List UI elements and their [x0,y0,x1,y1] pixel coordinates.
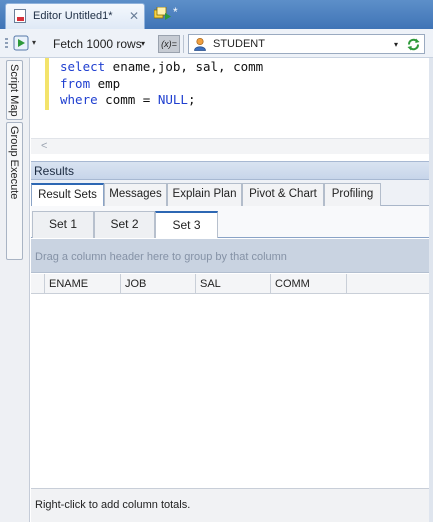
chevron-down-icon: ▾ [141,39,146,48]
editor-tab-label: Editor Untitled1* [33,10,113,22]
tab-set-2[interactable]: Set 2 [94,211,155,238]
script-map-tab[interactable]: Script Map [6,60,23,120]
execution-tab-label: * [173,5,178,19]
column-header-sal[interactable]: SAL [196,274,271,294]
refresh-icon[interactable] [406,37,421,52]
results-grid[interactable] [31,295,433,488]
footer-hint: Right-click to add column totals. [35,499,191,511]
changed-lines-marker [45,58,49,110]
tab-messages[interactable]: Messages [104,183,167,206]
results-title: Results [34,164,75,178]
toolbar-grip[interactable] [5,38,8,50]
scroll-left-icon[interactable]: < [41,140,47,152]
code-line: select ename,job, sal, comm [60,59,263,76]
column-header-comm[interactable]: COMM [271,274,347,294]
sql-keyword: where [60,92,98,107]
sql-text: comm = [97,92,158,107]
group-execute-label: Group Execute [8,126,20,200]
execution-tab[interactable]: * [152,5,192,25]
execute-dropdown-icon[interactable]: ▾ [32,38,36,47]
right-edge [429,58,433,522]
tab-set-1[interactable]: Set 1 [32,211,94,238]
toolbar-separator [183,35,184,53]
script-map-label: Script Map [8,64,20,117]
tab-result-sets[interactable]: Result Sets [31,183,104,207]
connection-selector[interactable]: STUDENT ▾ [188,34,425,54]
sql-keyword: select [60,59,106,74]
row-selector-header[interactable] [31,274,45,294]
tab-set-3[interactable]: Set 3 [155,211,218,238]
sql-text: ; [187,92,196,107]
results-panel-header: Results [31,161,433,180]
connection-name: STUDENT [213,38,265,50]
group-by-hint: Drag a column header here to group by th… [35,251,287,263]
fetch-rows-dropdown[interactable]: Fetch 1000 rows ▾ [45,36,153,52]
chevron-down-icon[interactable]: ▾ [394,40,398,49]
grid-header: ENAME JOB SAL COMM [31,274,433,294]
sql-text: emp [90,75,121,91]
column-header-job[interactable]: JOB [121,274,196,294]
results-tabs: Result Sets Messages Explain Plan Pivot … [31,180,433,207]
sql-text: ename,job, sal, comm [105,59,264,74]
sql-keyword: from [60,75,91,91]
fetch-rows-label: Fetch 1000 rows [53,37,142,51]
editor-tab-strip: Editor Untitled1* ✕ * [0,0,433,29]
tab-pivot-chart[interactable]: Pivot & Chart [242,183,324,206]
execution-history-icon [154,7,171,20]
group-execute-tab[interactable]: Group Execute [6,122,23,260]
sql-null-literal: NULL [157,92,188,107]
sql-editor[interactable]: select ename,job, sal, comm from emp where… [31,58,433,138]
variables-button[interactable]: (x)= [158,35,180,53]
result-set-tabs: Set 1 Set 2 Set 3 [31,206,433,238]
editor-horizontal-scrollbar[interactable]: < [31,138,433,154]
group-by-drop-area[interactable]: Drag a column header here to group by th… [31,239,433,273]
close-icon[interactable]: ✕ [129,9,139,23]
tab-profiling[interactable]: Profiling [324,183,381,206]
tab-explain-plan[interactable]: Explain Plan [167,183,242,206]
sql-code: select ename,job, sal, comm from emp where… [60,59,263,109]
grid-footer[interactable]: Right-click to add column totals. [31,488,433,522]
execute-button[interactable]: ▾ [13,35,39,53]
execute-icon [13,35,29,51]
editor-tab[interactable]: Editor Untitled1* ✕ [5,3,145,29]
code-line: from emp [60,76,263,93]
side-panel-strip: Script Map Group Execute [0,58,30,522]
user-icon [194,37,206,51]
sql-document-icon [14,9,26,23]
column-header-ename[interactable]: ENAME [45,274,121,294]
code-line: where comm = NULL; [60,92,263,109]
